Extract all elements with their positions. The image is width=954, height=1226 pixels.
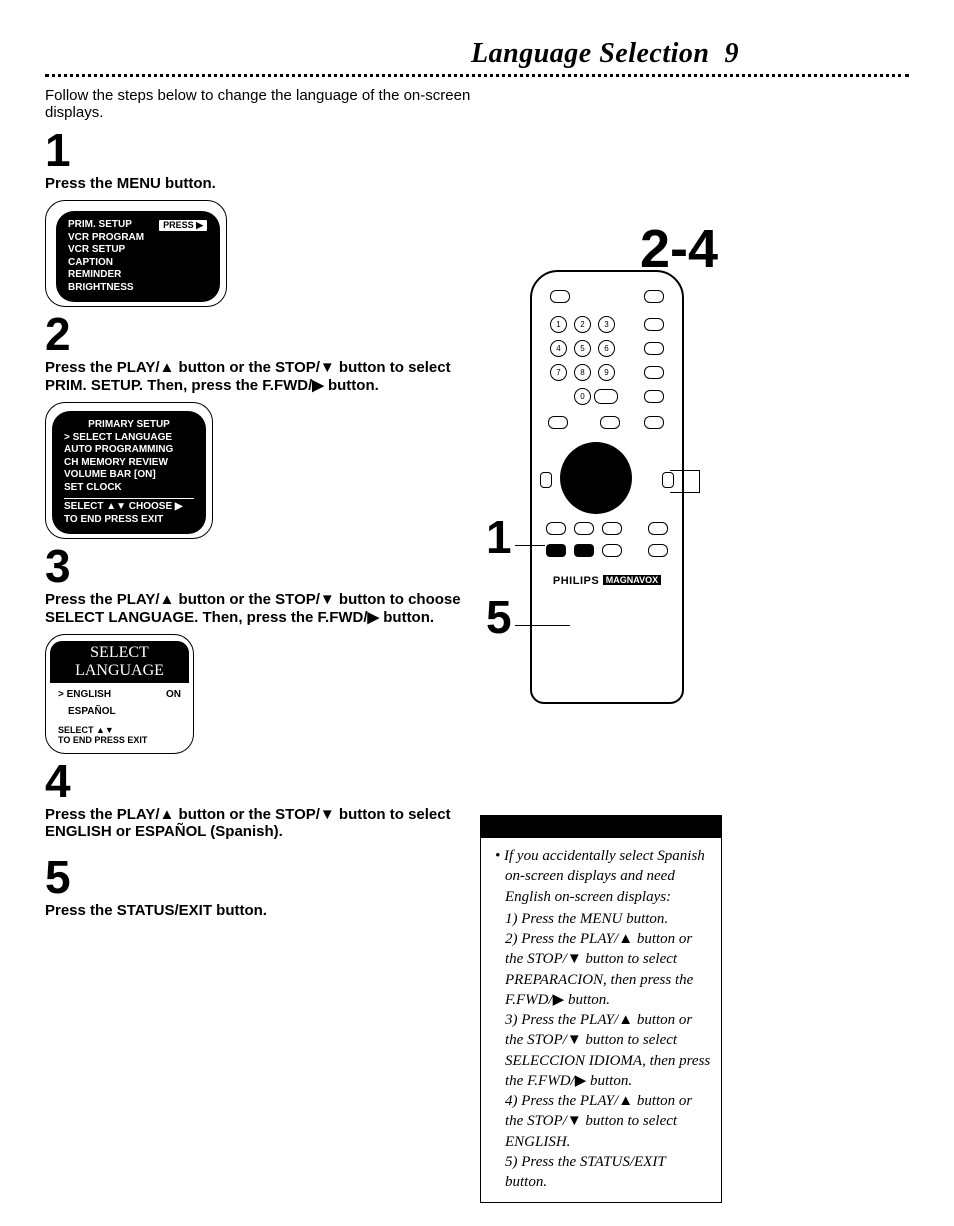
remote-button: [644, 290, 664, 303]
leader-line: [670, 492, 700, 493]
remote-num-6: 6: [598, 340, 615, 357]
remote-ffwd: [662, 472, 674, 488]
remote-button: [574, 522, 594, 535]
press-button-label: PRESS ▶: [158, 219, 208, 232]
remote-num-2: 2: [574, 316, 591, 333]
up-icon: [160, 591, 175, 608]
osd1-item: VCR SETUP: [68, 244, 144, 257]
remote-button: [550, 290, 570, 303]
step-4-number: 4: [45, 758, 525, 804]
leader-line: [670, 470, 700, 471]
step-1-text: Press the MENU button.: [45, 175, 475, 192]
remote-jog-pad: [560, 442, 632, 514]
osd3-english: > ENGLISH: [58, 689, 111, 700]
step-5-text: Press the STATUS/EXIT button.: [45, 902, 475, 919]
step-2-text: Press the PLAY/ button or the STOP/ butt…: [45, 359, 475, 394]
remote-num-0: 0: [574, 388, 591, 405]
right-icon: [312, 377, 324, 394]
step-3-text: Press the PLAY/ button or the STOP/ butt…: [45, 591, 475, 626]
up-icon: [618, 1093, 633, 1109]
osd2-item: VOLUME BAR [ON]: [64, 469, 194, 482]
remote-button: [644, 342, 664, 355]
remote-button: [594, 389, 618, 404]
osd2-item: SET CLOCK: [64, 482, 194, 495]
step-4-text: Press the PLAY/ button or the STOP/ butt…: [45, 806, 475, 840]
osd1-item: REMINDER: [68, 269, 144, 282]
remote-button: [648, 522, 668, 535]
osd3-on: ON: [166, 689, 181, 700]
remote-rew: [540, 472, 552, 488]
hint-body: • If you accidentally select Spanish on-…: [481, 838, 721, 1202]
remote-button: [548, 416, 568, 429]
page-title: Language Selection 9: [45, 38, 909, 70]
callout-1: 1: [486, 510, 512, 564]
osd3-espanol: ESPAÑOL: [68, 706, 181, 717]
leader-line: [515, 625, 570, 626]
hint-header-bar: [481, 816, 721, 838]
right-icon: [368, 609, 380, 626]
osd2-item: > SELECT LANGUAGE: [64, 432, 194, 445]
up-icon: [618, 1012, 633, 1028]
up-icon: [160, 359, 175, 376]
remote-num-4: 4: [550, 340, 567, 357]
remote-num-1: 1: [550, 316, 567, 333]
osd1-item: VCR PROGRAM: [68, 232, 144, 245]
up-icon: [618, 931, 633, 947]
remote-num-7: 7: [550, 364, 567, 381]
remote-menu-button: [546, 544, 566, 557]
osd-1: PRIM. SETUP VCR PROGRAM VCR SETUP CAPTIO…: [56, 211, 220, 302]
header-divider: [45, 74, 909, 77]
remote-button: [644, 416, 664, 429]
helpful-hints-box: • If you accidentally select Spanish on-…: [480, 815, 722, 1203]
manual-page: Language Selection 9 Follow the steps be…: [0, 0, 954, 1226]
osd1-item: BRIGHTNESS: [68, 282, 144, 295]
step-2-number: 2: [45, 311, 525, 357]
intro-text: Follow the steps below to change the lan…: [45, 87, 505, 121]
remote-illustration: 1 2 3 4 5 6 7 8 9 0 PHILIPS: [530, 270, 684, 704]
remote-num-3: 3: [598, 316, 615, 333]
page-number: 9: [725, 38, 740, 69]
down-icon: [567, 1032, 582, 1048]
remote-num-5: 5: [574, 340, 591, 357]
down-icon: [320, 591, 335, 608]
title-text: Language Selection: [471, 38, 709, 69]
remote-button: [546, 522, 566, 535]
callout-5: 5: [486, 590, 512, 644]
down-icon: [320, 359, 335, 376]
remote-button: [644, 366, 664, 379]
osd1-item: CAPTION: [68, 257, 144, 270]
down-icon: [567, 1113, 582, 1129]
leader-line: [699, 470, 700, 492]
remote-button: [602, 544, 622, 557]
osd2-title: PRIMARY SETUP: [64, 419, 194, 432]
osd1-item: PRIM. SETUP: [68, 219, 144, 232]
osd-3: SELECT LANGUAGE > ENGLISH ON ESPAÑOL SEL…: [52, 641, 187, 751]
osd3-title: SELECT LANGUAGE: [50, 641, 189, 683]
osd2-item: AUTO PROGRAMMING: [64, 444, 194, 457]
down-icon: [320, 806, 335, 823]
remote-button: [600, 416, 620, 429]
step-1-number: 1: [45, 127, 525, 173]
step-3-number: 3: [45, 543, 525, 589]
remote-button: [648, 544, 668, 557]
remote-button: [644, 390, 664, 403]
osd2-footer: SELECT ▲▼ CHOOSE ▶ TO END PRESS EXIT: [64, 498, 194, 526]
osd-1-wrap: PRIM. SETUP VCR PROGRAM VCR SETUP CAPTIO…: [45, 200, 525, 307]
remote-status-exit-button: [574, 544, 594, 557]
remote-button: [602, 522, 622, 535]
osd-2: PRIMARY SETUP > SELECT LANGUAGE AUTO PRO…: [52, 411, 206, 534]
remote-num-9: 9: [598, 364, 615, 381]
remote-button: [644, 318, 664, 331]
step-5-number: 5: [45, 854, 525, 900]
osd3-footer: SELECT ▲▼ TO END PRESS EXIT: [58, 725, 181, 745]
osd2-item: CH MEMORY REVIEW: [64, 457, 194, 470]
right-icon: [575, 1073, 587, 1089]
down-icon: [567, 951, 582, 967]
remote-num-8: 8: [574, 364, 591, 381]
up-icon: [160, 806, 175, 823]
remote-brand: PHILIPS MAGNAVOX: [532, 575, 682, 587]
left-column: 1 Press the MENU button. PRIM. SETUP VCR…: [45, 127, 525, 919]
right-icon: [553, 992, 565, 1008]
leader-line: [515, 545, 545, 546]
